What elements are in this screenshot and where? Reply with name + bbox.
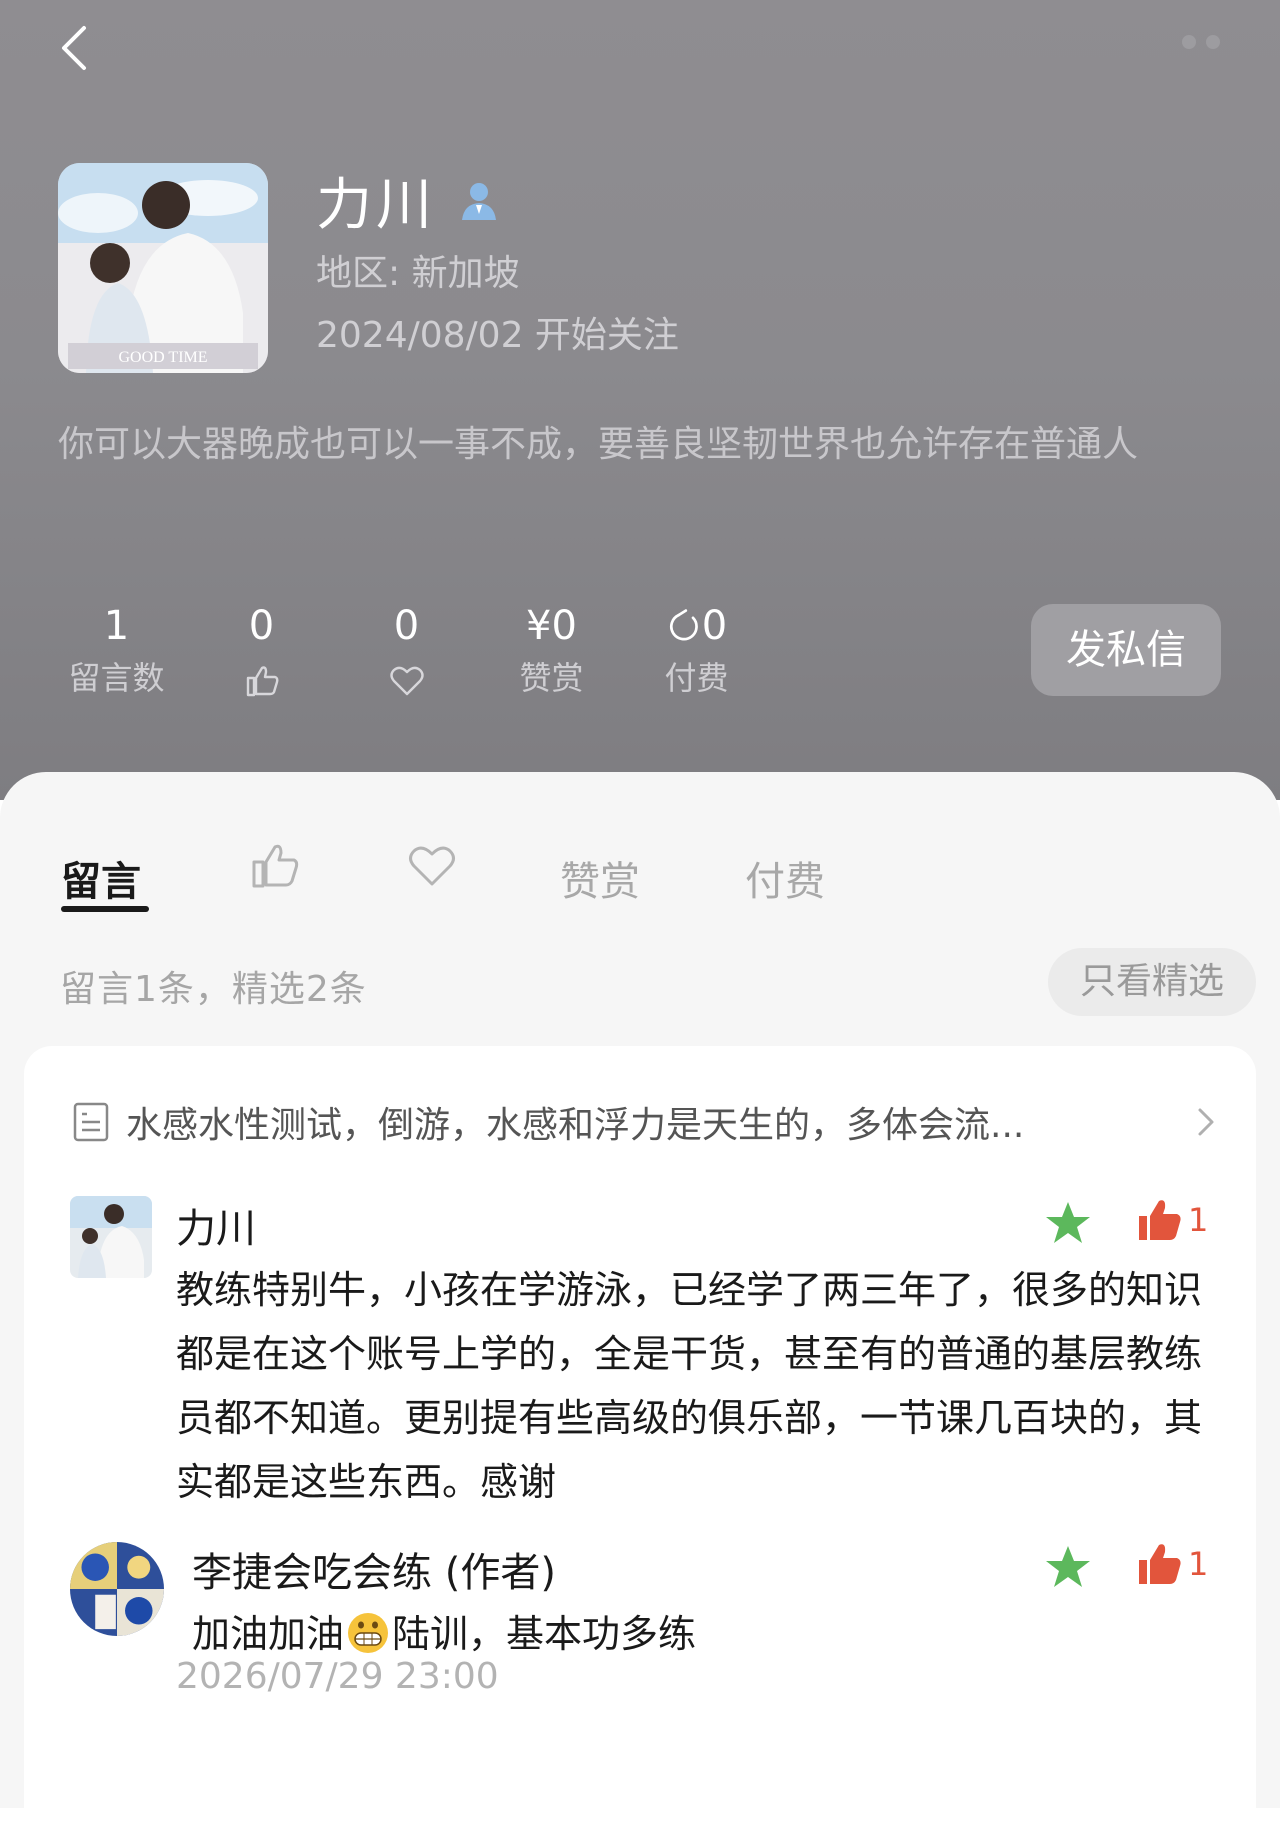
comment-timestamp: 2026/07/29 23:00: [176, 1656, 499, 1697]
stat-likes-value: 0: [248, 603, 275, 649]
stat-rewards[interactable]: ¥0 赞赏: [479, 600, 624, 704]
reply-avatar[interactable]: [70, 1542, 164, 1636]
heart-icon: [409, 846, 455, 886]
article-link[interactable]: 水感水性测试，倒游，水感和浮力是天生的，多体会流...: [72, 1092, 1232, 1152]
chevron-right-icon: [1198, 1108, 1214, 1136]
stat-rewards-value: ¥0: [526, 603, 577, 649]
tab-rewards[interactable]: 赞赏: [560, 832, 640, 932]
stat-paid-value: 0: [701, 603, 728, 649]
star-icon[interactable]: [1042, 1198, 1094, 1250]
profile-avatar: GOOD TIME: [58, 163, 268, 373]
reply-like-button[interactable]: 1: [1136, 1540, 1208, 1588]
chevron-left-icon: [62, 26, 86, 70]
thumbs-up-icon: [252, 844, 299, 888]
profile-name: 力川: [316, 173, 436, 238]
stat-likes[interactable]: 0: [189, 600, 334, 704]
stat-paid-label: 付费: [664, 659, 729, 697]
profile-header: GOOD TIME 力川 地区: 新加坡 2024/08/02 开始关注 你可以…: [0, 0, 1280, 800]
profile-bio: 你可以大器晚成也可以一事不成，要善良坚韧世界也允许存在普通人: [58, 424, 1139, 465]
reply-author[interactable]: 李捷会吃会练 (作者): [192, 1540, 556, 1598]
comment-text: 教练特别牛，小孩在学游泳，已经学了两三年了，很多的知识都是在这个账号上学的，全是…: [176, 1268, 1203, 1504]
thumbs-up-filled-icon: [1139, 1200, 1181, 1240]
avatar-caption: GOOD TIME: [118, 349, 207, 366]
more-dots-icon[interactable]: [1172, 34, 1220, 53]
reply-text-part1: 加油加油: [192, 1612, 345, 1656]
comment-like-count: 1: [1188, 1201, 1209, 1239]
stat-favorites-value: 0: [393, 603, 420, 649]
comment-summary: 留言1条，精选2条: [60, 969, 367, 1010]
send-message-button[interactable]: 发私信: [1031, 604, 1221, 696]
thumbs-up-icon: [246, 666, 278, 697]
featured-only-button[interactable]: 只看精选: [1048, 948, 1256, 1016]
coin-icon: [669, 609, 698, 641]
star-icon[interactable]: [1042, 1542, 1094, 1594]
thumbs-up-filled-icon: [1139, 1544, 1181, 1584]
stats-bar: 1 留言数 0 0 ¥0 赞赏 0 付费: [44, 600, 769, 704]
stat-comments-value: 1: [103, 603, 130, 649]
tab-comments[interactable]: 留言: [61, 832, 141, 932]
tab-likes[interactable]: [248, 832, 302, 932]
stat-rewards-label: 赞赏: [519, 659, 584, 697]
stat-favorites[interactable]: 0: [334, 600, 479, 704]
comment-avatar[interactable]: [70, 1196, 152, 1278]
document-icon: [73, 1102, 109, 1142]
active-tab-indicator: [61, 906, 149, 912]
reply-text-part2: 陆训，基本功多练: [392, 1612, 697, 1656]
article-title: 水感水性测试，倒游，水感和浮力是天生的，多体会流...: [126, 1105, 1025, 1146]
profile-region: 地区: 新加坡: [316, 253, 520, 294]
verified-user-icon: [462, 182, 496, 220]
tab-favorites[interactable]: [405, 832, 459, 932]
comment-card: 水感水性测试，倒游，水感和浮力是天生的，多体会流... 力川 1 教练特别牛，小…: [24, 1046, 1256, 1846]
follow-date: 2024/08/02 开始关注: [316, 315, 679, 356]
comment-author[interactable]: 力川: [176, 1196, 256, 1254]
reply-like-count: 1: [1188, 1545, 1209, 1583]
tab-paid[interactable]: 付费: [745, 832, 825, 932]
comment-like-button[interactable]: 1: [1136, 1196, 1208, 1244]
tab-bar: 留言 赞赏 付费: [0, 832, 1280, 932]
heart-icon: [389, 666, 424, 696]
stat-comments-label: 留言数: [68, 659, 165, 697]
stat-comments[interactable]: 1 留言数: [44, 600, 189, 704]
grinning-emoji-icon: [348, 1613, 389, 1653]
back-button[interactable]: [48, 18, 108, 78]
stat-paid[interactable]: 0 付费: [624, 600, 769, 704]
